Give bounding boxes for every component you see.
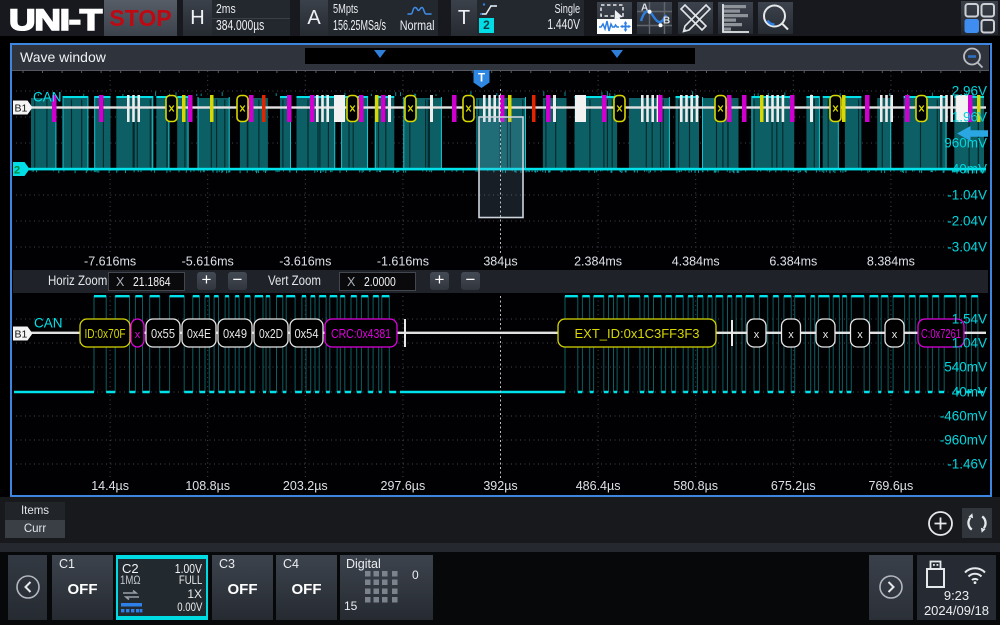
svg-text:B1: B1 [15,329,28,341]
svg-text:-1.616ms: -1.616ms [377,255,429,269]
svg-text:960mV: 960mV [944,136,987,151]
svg-text:-1.46V: -1.46V [947,457,987,472]
svg-text:x: x [892,329,898,341]
svg-text:769.6µs: 769.6µs [869,479,914,493]
svg-text:-2.04V: -2.04V [947,214,987,229]
svg-text:540mV: 540mV [944,360,987,375]
svg-text:x: x [823,329,829,341]
svg-text:-1.04V: -1.04V [947,188,987,203]
svg-text:203.2µs: 203.2µs [283,479,328,493]
svg-text:ID:0x70F: ID:0x70F [85,326,126,341]
svg-text:0x55: 0x55 [151,326,175,341]
svg-text:0x4E: 0x4E [187,326,211,341]
svg-text:0x54: 0x54 [295,326,319,341]
svg-text:8.384ms: 8.384ms [867,255,915,269]
svg-text:-960mV: -960mV [940,433,987,448]
svg-text:384µs: 384µs [483,255,517,269]
svg-text:EXT_ID:0x1C3FF3F3: EXT_ID:0x1C3FF3F3 [575,326,700,341]
svg-text:1.96V: 1.96V [952,110,987,125]
svg-text:x: x [135,329,141,341]
svg-text:CAN: CAN [33,90,62,105]
svg-text:-460mV: -460mV [940,409,987,424]
svg-text:297.6µs: 297.6µs [381,479,426,493]
svg-text:4.384ms: 4.384ms [672,255,720,269]
svg-text:CAN: CAN [34,316,63,331]
svg-text:1.54V: 1.54V [952,312,987,327]
svg-text:B1: B1 [15,103,28,115]
svg-text:A: A [641,3,648,14]
svg-text:580.8µs: 580.8µs [673,479,718,493]
svg-text:2: 2 [14,165,20,177]
svg-text:675.2µs: 675.2µs [771,479,816,493]
svg-text:-40mV: -40mV [947,162,987,177]
svg-text:392µs: 392µs [483,479,517,493]
svg-text:x: x [754,329,760,341]
svg-text:x: x [788,329,794,341]
svg-text:CRC:0x4381: CRC:0x4381 [331,326,391,341]
svg-text:-3.04V: -3.04V [947,240,987,255]
svg-text:40mV: 40mV [952,385,987,400]
svg-text:0x49: 0x49 [223,326,247,341]
svg-text:2.96V: 2.96V [952,84,987,99]
svg-text:0x2D: 0x2D [259,326,283,341]
svg-text:-3.616ms: -3.616ms [279,255,331,269]
svg-text:-7.616ms: -7.616ms [84,255,136,269]
svg-text:108.8µs: 108.8µs [185,479,230,493]
svg-text:B: B [663,16,670,27]
svg-text:486.4µs: 486.4µs [576,479,621,493]
svg-text:14.4µs: 14.4µs [91,479,129,493]
svg-text:2.384ms: 2.384ms [574,255,622,269]
svg-text:T: T [478,73,485,85]
svg-text:1.04V: 1.04V [952,336,987,351]
svg-text:x: x [857,329,863,341]
svg-text:6.384ms: 6.384ms [769,255,817,269]
svg-text:UNI-T: UNI-T [9,4,102,36]
svg-text:-5.616ms: -5.616ms [182,255,234,269]
